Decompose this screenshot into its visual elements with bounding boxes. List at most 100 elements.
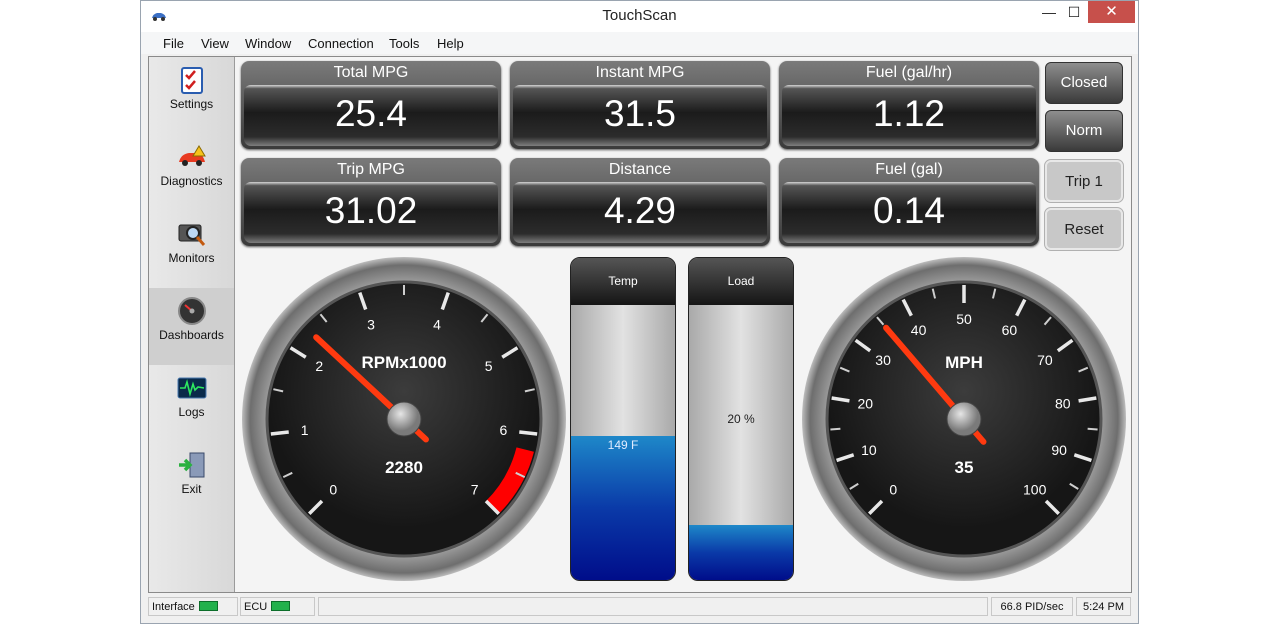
trip-button[interactable]: Trip 1 (1044, 159, 1124, 203)
clock: 5:24 PM (1076, 597, 1131, 616)
load-bar-fill (689, 525, 793, 580)
tick-label: 2 (315, 358, 323, 374)
interface-led-icon (198, 601, 218, 612)
pid-rate: 66.8 PID/sec (991, 597, 1073, 616)
panel-value: 4.29 (603, 190, 676, 231)
fuel-used-panel: Fuel (gal) 0.14 (779, 158, 1039, 246)
sidebar-item-settings[interactable]: Settings (149, 57, 234, 134)
temp-bar-value: 149 F (607, 438, 639, 452)
tick-label: 40 (911, 322, 927, 338)
panel-label: Instant MPG (595, 64, 685, 81)
temp-bar-fill (571, 436, 675, 580)
gauge-title: RPMx1000 (361, 353, 446, 372)
sidebar-item-diagnostics[interactable]: Diagnostics (149, 134, 234, 211)
menu-connection[interactable]: Connection (308, 36, 374, 51)
interface-label: Interface (152, 601, 195, 613)
instant-mpg-panel: Instant MPG 31.5 (510, 61, 770, 149)
sidebar-label: Diagnostics (160, 174, 223, 188)
load-bar-label: Load (689, 258, 793, 305)
load-bar-gauge: Load 20 % (688, 257, 794, 581)
menu-file[interactable]: File (163, 36, 184, 51)
speed-gauge: 0 10 20 30 40 50 60 70 80 90 100 MPH 35 (802, 257, 1126, 581)
ecu-status: ECU (240, 597, 315, 616)
panel-label: Total MPG (333, 64, 409, 81)
exit-door-icon (179, 452, 205, 478)
sidebar-item-logs[interactable]: Logs (149, 365, 234, 442)
panel-value: 0.14 (872, 190, 945, 231)
sidebar-label: Settings (169, 97, 214, 111)
main-area: Settings Diagnostics Monitors Dashboards… (148, 56, 1132, 593)
gauge-readout: 35 (955, 458, 974, 477)
total-mpg-panel: Total MPG 25.4 (241, 61, 501, 149)
sidebar-label: Exit (181, 482, 202, 496)
waveform-log-icon (177, 377, 207, 399)
title-bar: TouchScan — ☐ ✕ (141, 1, 1138, 32)
app-window: TouchScan — ☐ ✕ File View Window Connect… (140, 0, 1139, 624)
tick-label: 100 (1023, 482, 1047, 498)
tick-label: 1 (301, 422, 309, 438)
ecu-label: ECU (244, 601, 268, 613)
needle-hub (386, 401, 422, 437)
window-title: TouchScan (602, 7, 677, 24)
needle-hub (946, 401, 982, 437)
fuel-rate-panel: Fuel (gal/hr) 1.12 (779, 61, 1039, 149)
status-message (318, 597, 988, 616)
panel-label: Distance (608, 161, 672, 178)
reset-button[interactable]: Reset (1044, 207, 1124, 251)
distance-panel: Distance 4.29 (510, 158, 770, 246)
menu-window[interactable]: Window (245, 36, 291, 51)
tick-label: 7 (471, 482, 479, 498)
sidebar-item-exit[interactable]: Exit (149, 442, 234, 519)
panel-value: 25.4 (334, 93, 407, 134)
closed-loop-button[interactable]: Closed (1045, 62, 1123, 104)
load-bar-value: 20 % (727, 412, 755, 426)
gauge-readout: 2280 (385, 458, 423, 477)
tick-label: 20 (857, 395, 873, 411)
norm-button[interactable]: Norm (1045, 110, 1123, 152)
tick-label: 0 (889, 482, 897, 498)
sidebar-label: Dashboards (159, 328, 224, 342)
menu-view[interactable]: View (201, 36, 229, 51)
car-warning-icon (179, 145, 206, 166)
settings-checklist-icon (181, 67, 203, 94)
tick-label: 60 (1002, 322, 1018, 338)
menu-help[interactable]: Help (437, 36, 464, 51)
tick-label: 90 (1051, 442, 1067, 458)
tick-label: 70 (1037, 352, 1053, 368)
tick-label: 5 (485, 358, 493, 374)
trip-mpg-panel: Trip MPG 31.02 (241, 158, 501, 246)
tick-label: 4 (433, 317, 441, 333)
tick-label: 50 (956, 311, 972, 327)
sidebar-label: Logs (178, 405, 205, 419)
tick-label: 80 (1055, 395, 1071, 411)
gauge-title: MPH (945, 353, 983, 372)
close-button[interactable]: ✕ (1088, 1, 1135, 23)
status-bar: Interface ECU 66.8 PID/sec 5:24 PM (141, 595, 1138, 619)
interface-status: Interface (148, 597, 238, 616)
sidebar-item-monitors[interactable]: Monitors (149, 211, 234, 288)
major-tick (519, 430, 538, 436)
tick-label: 3 (367, 317, 375, 333)
rpm-gauge: 0 1 2 3 4 5 6 7 RPMx1000 2280 (242, 257, 566, 581)
tick-label: 0 (329, 482, 337, 498)
tick-label: 10 (861, 442, 877, 458)
minor-tick (1087, 427, 1098, 431)
sidebar-item-dashboards[interactable]: Dashboards (149, 288, 234, 365)
tick-label: 30 (875, 352, 891, 368)
panel-label: Fuel (gal/hr) (865, 64, 953, 81)
menu-tools[interactable]: Tools (389, 36, 419, 51)
menu-bar: File View Window Connection Tools Help (141, 32, 1138, 54)
gauge-icon (178, 297, 206, 325)
temp-bar-label: Temp (571, 258, 675, 305)
panel-value: 31.02 (324, 190, 418, 231)
ecu-led-icon (271, 601, 291, 612)
minor-tick (830, 427, 841, 431)
panel-label: Trip MPG (337, 161, 405, 178)
temp-bar-gauge: Temp 149 F (570, 257, 676, 581)
panel-value: 31.5 (603, 93, 676, 134)
sidebar: Settings Diagnostics Monitors Dashboards… (149, 57, 235, 592)
tick-label: 6 (499, 422, 507, 438)
maximize-button[interactable]: ☐ (1061, 1, 1087, 23)
panel-value: 1.12 (872, 93, 945, 134)
magnifier-monitor-icon (178, 224, 206, 246)
